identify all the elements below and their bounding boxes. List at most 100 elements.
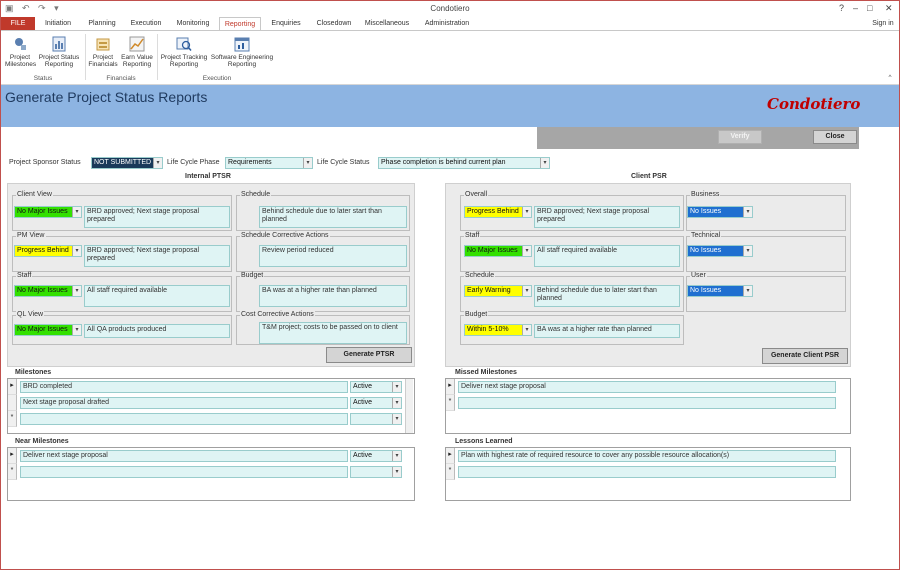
milestone-state-1[interactable]: Active ▾ [350, 381, 402, 393]
sponsor-status-select[interactable]: NOT SUBMITTED ▾ [91, 157, 163, 169]
ql-view-comment[interactable]: All QA products produced [84, 324, 230, 338]
project-tracking-reporting-button[interactable]: Project Tracking Reporting [159, 36, 209, 68]
minimize-button[interactable]: – [853, 3, 858, 13]
tab-execution[interactable]: Execution [125, 17, 167, 31]
lesson-1[interactable]: Plan with highest rate of required resou… [458, 450, 836, 462]
maximize-button[interactable]: □ [867, 3, 872, 13]
ribbon-group-status: Status [33, 75, 53, 82]
generate-client-psr-button[interactable]: Generate Client PSR [762, 348, 848, 364]
budget-comment[interactable]: BA was at a higher rate than planned [259, 285, 407, 307]
cost-corrective-actions-comment[interactable]: T&M project; costs to be passed on to cl… [259, 322, 407, 344]
milestones-scrollbar[interactable] [405, 379, 413, 433]
chevron-down-icon: ▾ [153, 158, 162, 168]
row-selector[interactable]: ▸ [8, 379, 17, 395]
near-milestone-name-1[interactable]: Deliver next stage proposal [20, 450, 348, 462]
sponsor-status-label: Project Sponsor Status [9, 159, 81, 166]
tab-reporting[interactable]: Reporting [219, 17, 261, 31]
schedule-comment[interactable]: Behind schedule due to later start than … [259, 206, 407, 228]
missed-milestones-title: Missed Milestones [455, 369, 517, 376]
tab-closedown[interactable]: Closedown [311, 17, 357, 31]
project-status-reporting-button[interactable]: Project Status Reporting [37, 36, 81, 68]
sign-in-link[interactable]: Sign in [869, 17, 897, 31]
row-selector[interactable] [8, 395, 17, 411]
client-schedule-status-select[interactable]: Early Warning ▾ [464, 285, 532, 297]
overall-status-select[interactable]: Progress Behind ▾ [464, 206, 532, 218]
near-milestones-grid: ▸ Deliver next stage proposal Active ▾ * … [7, 447, 415, 501]
client-schedule-comment[interactable]: Behind schedule due to later start than … [534, 285, 680, 307]
user-status-select[interactable]: No Issues ▾ [687, 285, 753, 297]
row-selector[interactable]: ▸ [446, 448, 455, 464]
life-cycle-status-value: Phase completion is behind current plan [381, 159, 506, 166]
generate-ptsr-button[interactable]: Generate PTSR [326, 347, 412, 363]
earn-value-reporting-button[interactable]: Earn Value Reporting [119, 36, 155, 68]
client-view-comment[interactable]: BRD approved; Next stage proposal prepar… [84, 206, 230, 228]
schedule-corrective-actions-comment[interactable]: Review period reduced [259, 245, 407, 267]
business-status-select[interactable]: No Issues ▾ [687, 206, 753, 218]
chevron-down-icon: ▾ [72, 207, 81, 217]
internal-ptsr-title: Internal PTSR [185, 173, 231, 180]
chevron-down-icon: ▾ [522, 286, 531, 296]
close-button[interactable]: Close [813, 130, 857, 144]
pm-view-status-select[interactable]: Progress Behind ▾ [14, 245, 82, 257]
tab-enquiries[interactable]: Enquiries [263, 17, 309, 31]
client-view-status: No Major Issues [17, 208, 68, 215]
client-view-status-select[interactable]: No Major Issues ▾ [14, 206, 82, 218]
staff-comment[interactable]: All staff required available [84, 285, 230, 307]
new-row-selector[interactable]: * [8, 411, 17, 427]
chevron-down-icon: ▾ [540, 158, 549, 168]
close-window-button[interactable]: ✕ [885, 3, 893, 14]
new-missed-milestone[interactable] [458, 397, 836, 409]
tab-administration[interactable]: Administration [417, 17, 477, 31]
near-milestone-state-1[interactable]: Active ▾ [350, 450, 402, 462]
client-budget-status: Within 5-10% [467, 326, 509, 333]
business-title: Business [690, 191, 721, 198]
milestone-name-2[interactable]: Next stage proposal drafted [20, 397, 348, 409]
milestones-title: Milestones [15, 369, 52, 376]
client-budget-status-select[interactable]: Within 5-10% ▾ [464, 324, 532, 336]
software-engineering-reporting-button[interactable]: Software Engineering Reporting [209, 36, 275, 68]
overall-group: Overall Progress Behind ▾ BRD approved; N… [460, 191, 684, 231]
milestone-name-1[interactable]: BRD completed [20, 381, 348, 393]
client-budget-comment[interactable]: BA was at a higher rate than planned [534, 324, 680, 338]
new-row-selector[interactable]: * [446, 395, 455, 411]
tab-initiation[interactable]: Initiation [37, 17, 79, 31]
pm-view-comment[interactable]: BRD approved; Next stage proposal prepar… [84, 245, 230, 267]
milestones-icon [15, 38, 26, 50]
new-near-milestone-name[interactable] [20, 466, 348, 478]
ql-view-status-select[interactable]: No Major Issues ▾ [14, 324, 82, 336]
new-near-milestone-state[interactable]: ▾ [350, 466, 402, 478]
tab-file[interactable]: FILE [1, 17, 35, 31]
project-tracking-reporting-label: Project Tracking Reporting [160, 54, 208, 68]
milestone-state-2-value: Active [353, 399, 373, 406]
ql-view-status: No Major Issues [17, 326, 68, 333]
overall-comment[interactable]: BRD approved; Next stage proposal prepar… [534, 206, 680, 228]
missed-milestone-1[interactable]: Deliver next stage proposal [458, 381, 836, 393]
row-selector[interactable]: ▸ [446, 379, 455, 395]
new-lesson[interactable] [458, 466, 836, 478]
client-staff-group: Staff No Major Issues ▾ All staff require… [460, 232, 684, 272]
new-milestone-name[interactable] [20, 413, 348, 425]
verify-button[interactable]: Verify [718, 130, 762, 144]
client-staff-status-select[interactable]: No Major Issues ▾ [464, 245, 532, 257]
new-milestone-state[interactable]: ▾ [350, 413, 402, 425]
internal-ptsr-panel: Client View No Major Issues ▾ BRD approve… [7, 183, 415, 367]
staff-status-select[interactable]: No Major Issues ▾ [14, 285, 82, 297]
help-icon[interactable]: ? [839, 3, 844, 13]
ql-view-group: QL View No Major Issues ▾ All QA products… [12, 311, 232, 345]
tab-monitoring[interactable]: Monitoring [169, 17, 217, 31]
milestone-state-2[interactable]: Active ▾ [350, 397, 402, 409]
project-milestones-button[interactable]: Project Milestones [5, 36, 36, 68]
client-staff-comment[interactable]: All staff required available [534, 245, 680, 267]
new-row-selector[interactable]: * [446, 464, 455, 480]
life-cycle-status-select[interactable]: Phase completion is behind current plan ▾ [378, 157, 550, 169]
new-row-selector[interactable]: * [8, 464, 17, 480]
life-cycle-status-label: Life Cycle Status [317, 159, 370, 166]
client-staff-status: No Major Issues [467, 247, 518, 254]
tab-planning[interactable]: Planning [81, 17, 123, 31]
technical-status-select[interactable]: No Issues ▾ [687, 245, 753, 257]
tab-miscellaneous[interactable]: Miscellaneous [359, 17, 415, 31]
life-cycle-phase-select[interactable]: Requirements ▾ [225, 157, 313, 169]
collapse-ribbon-icon[interactable]: ^ [885, 74, 895, 81]
row-selector[interactable]: ▸ [8, 448, 17, 464]
project-financials-button[interactable]: Project Financials [87, 36, 119, 68]
